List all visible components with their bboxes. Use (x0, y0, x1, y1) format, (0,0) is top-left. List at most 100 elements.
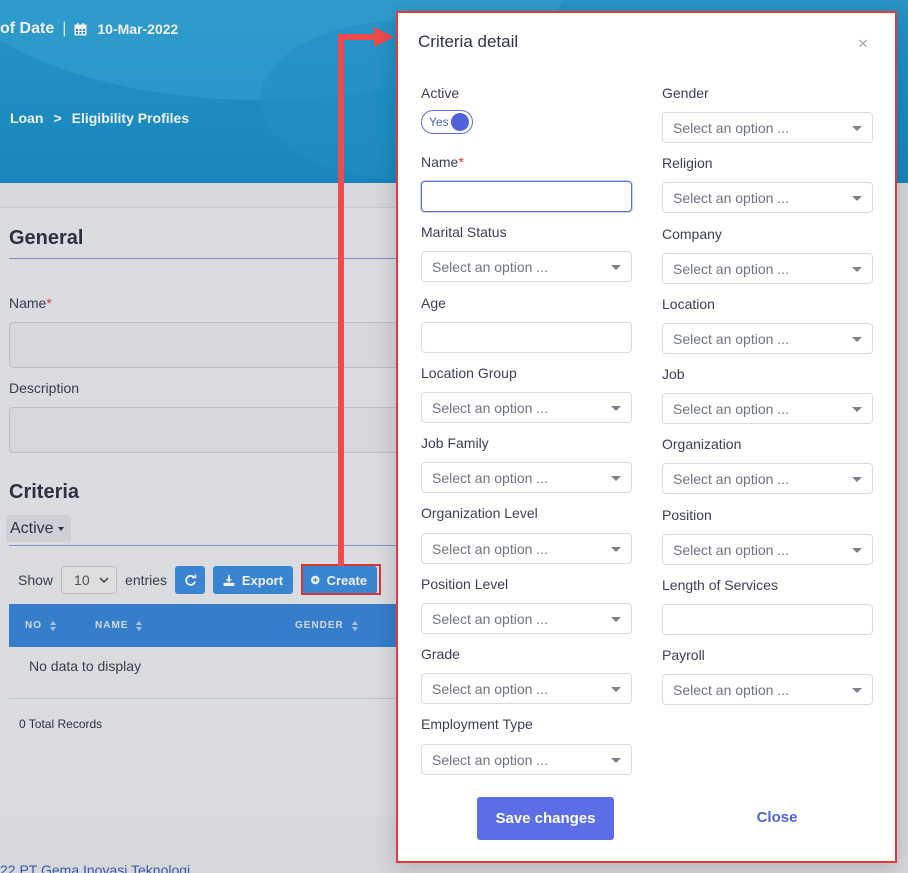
create-button-highlight (301, 564, 381, 595)
job-family-select[interactable]: Select an option ... (421, 462, 632, 493)
caret-down-icon (852, 548, 862, 553)
age-input[interactable] (421, 322, 632, 353)
location-label: Location (662, 296, 715, 312)
toggle-text: Yes (429, 115, 449, 129)
table-bottom-divider (9, 698, 409, 699)
calendar-icon (74, 22, 87, 35)
caret-down-icon (852, 688, 862, 693)
company-select[interactable]: Select an option ... (662, 253, 873, 284)
sort-icon (50, 620, 56, 631)
export-button[interactable]: Export (213, 566, 294, 594)
caret-down-icon (57, 526, 64, 531)
caret-down-icon (852, 407, 862, 412)
job-label: Job (662, 366, 685, 382)
name-field[interactable] (9, 322, 409, 368)
caret-down-icon (611, 617, 621, 622)
column-no[interactable]: NO (25, 620, 56, 631)
grade-label: Grade (421, 646, 460, 662)
active-filter-dropdown[interactable]: Active (6, 515, 71, 542)
location-group-label: Location Group (421, 365, 517, 381)
as-of-date-label: of Date (0, 20, 55, 37)
position-level-label: Position Level (421, 576, 509, 592)
annotation-arrow-head (374, 27, 394, 47)
annotation-arrow-arm (338, 34, 378, 40)
page-length-value: 10 (74, 572, 90, 588)
position-select[interactable]: Select an option ... (662, 534, 873, 565)
general-section-title: General (9, 227, 84, 249)
organization-level-select[interactable]: Select an option ... (421, 533, 632, 564)
caret-down-icon (611, 406, 621, 411)
location-select[interactable]: Select an option ... (662, 323, 873, 354)
employment-type-select[interactable]: Select an option ... (421, 744, 632, 775)
caret-down-icon (852, 126, 862, 131)
criteria-table-header: NO NAME GENDER (9, 604, 409, 647)
gender-select[interactable]: Select an option ... (662, 112, 873, 143)
organization-level-label: Organization Level (421, 505, 538, 521)
age-label: Age (421, 295, 446, 311)
as-of-date-value: 10-Mar-2022 (97, 21, 179, 37)
name-input[interactable] (421, 181, 632, 212)
caret-down-icon (852, 337, 862, 342)
date-separator: | (62, 20, 67, 37)
entries-label: entries (125, 572, 168, 588)
marital-status-label: Marital Status (421, 224, 507, 240)
empty-table-message: No data to display (29, 658, 142, 674)
job-select[interactable]: Select an option ... (662, 393, 873, 424)
close-icon[interactable]: × (858, 35, 868, 52)
caret-down-icon (852, 477, 862, 482)
as-of-date: of Date | 10-Mar-2022 (0, 20, 178, 38)
breadcrumb-separator: > (53, 110, 62, 126)
caret-down-icon (611, 476, 621, 481)
employment-type-label: Employment Type (421, 716, 533, 732)
chevron-down-icon (99, 576, 109, 583)
active-toggle[interactable]: Yes (421, 110, 473, 134)
company-label: Company (662, 226, 722, 242)
position-level-select[interactable]: Select an option ... (421, 603, 632, 634)
modal-title: Criteria detail (418, 32, 519, 51)
caret-down-icon (852, 196, 862, 201)
breadcrumb: Loan > Eligibility Profiles (10, 110, 189, 126)
breadcrumb-loan[interactable]: Loan (10, 110, 43, 126)
grade-select[interactable]: Select an option ... (421, 673, 632, 704)
job-family-label: Job Family (421, 435, 489, 451)
column-name[interactable]: NAME (95, 620, 143, 631)
refresh-button[interactable] (175, 566, 206, 594)
name-label: Name* (9, 295, 52, 311)
column-gender[interactable]: GENDER (295, 620, 358, 631)
footer-copyright[interactable]: 22 PT Gema Inovasi Teknologi (0, 862, 190, 873)
show-label: Show (18, 572, 54, 588)
caret-down-icon (611, 547, 621, 552)
payroll-select[interactable]: Select an option ... (662, 674, 873, 705)
close-button[interactable]: Close (734, 809, 820, 826)
criteria-divider (9, 545, 409, 546)
total-records: 0 Total Records (19, 717, 103, 731)
criteria-detail-modal: Criteria detail × Active Yes Name* Marit… (396, 11, 897, 863)
page-length-select[interactable]: 10 (61, 566, 118, 594)
religion-label: Religion (662, 155, 713, 171)
sort-icon (136, 620, 143, 631)
position-label: Position (662, 507, 712, 523)
payroll-label: Payroll (662, 647, 705, 663)
description-field[interactable] (9, 407, 409, 453)
caret-down-icon (611, 687, 621, 692)
description-label: Description (9, 380, 80, 396)
gender-label: Gender (662, 85, 709, 101)
name-label: Name* (421, 154, 464, 170)
active-filter-label: Active (10, 519, 54, 537)
organization-select[interactable]: Select an option ... (662, 463, 873, 494)
caret-down-icon (611, 265, 621, 270)
export-label: Export (241, 572, 284, 588)
refresh-icon (184, 574, 196, 586)
marital-status-select[interactable]: Select an option ... (421, 251, 632, 282)
criteria-section-title: Criteria (9, 481, 80, 503)
location-group-select[interactable]: Select an option ... (421, 392, 632, 423)
organization-label: Organization (662, 436, 742, 452)
religion-select[interactable]: Select an option ... (662, 182, 873, 213)
save-changes-button[interactable]: Save changes (477, 797, 614, 840)
sort-icon (351, 620, 358, 631)
length-of-services-label: Length of Services (662, 577, 778, 593)
caret-down-icon (611, 758, 621, 763)
caret-down-icon (852, 267, 862, 272)
breadcrumb-eligibility-profiles[interactable]: Eligibility Profiles (72, 110, 189, 126)
length-of-services-input[interactable] (662, 604, 873, 635)
